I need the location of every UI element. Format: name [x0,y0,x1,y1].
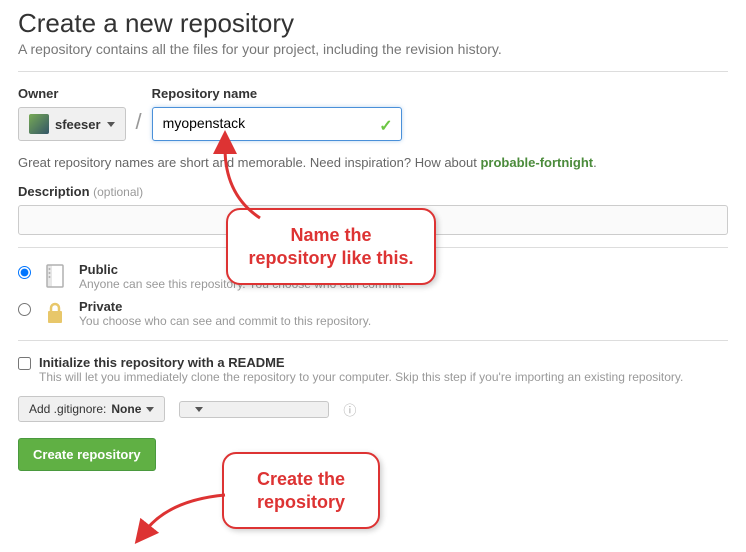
init-sub: This will let you immediately clone the … [39,370,683,384]
dropdowns-row: Add .gitignore: None ⓘ [18,396,728,422]
suggested-name-link[interactable]: probable-fortnight [480,155,593,170]
description-label: Description (optional) [18,184,728,199]
init-title: Initialize this repository with a README [39,355,683,370]
repo-public-icon [41,262,69,290]
arrow-icon [140,490,240,540]
optional-label: (optional) [93,185,143,199]
private-radio[interactable] [18,303,31,316]
page-title: Create a new repository [18,8,728,39]
private-title: Private [79,299,371,314]
divider [18,340,728,341]
repo-name-label: Repository name [152,86,402,101]
page-subtitle: A repository contains all the files for … [18,41,728,57]
license-dropdown[interactable] [179,401,329,418]
owner-name: sfeeser [55,117,101,132]
info-icon: ⓘ [343,400,356,419]
callout-create-repo: Create the repository [222,452,380,529]
avatar [29,114,49,134]
gitignore-dropdown[interactable]: Add .gitignore: None [18,396,165,422]
repo-name-input[interactable] [163,115,371,131]
gitignore-prefix: Add .gitignore: [29,402,106,416]
owner-label: Owner [18,86,126,101]
caret-down-icon [146,407,154,412]
repo-name-field-wrap: ✓ [152,107,402,141]
check-icon: ✓ [379,116,392,136]
public-radio[interactable] [18,266,31,279]
caret-down-icon [107,122,115,127]
owner-repo-row: Owner sfeeser / Repository name ✓ [18,86,728,141]
private-sub: You choose who can see and commit to thi… [79,314,371,328]
owner-dropdown[interactable]: sfeeser [18,107,126,141]
init-readme-checkbox[interactable] [18,357,31,370]
visibility-private-row: Private You choose who can see and commi… [18,299,728,328]
slash-separator: / [136,109,142,141]
gitignore-value: None [111,402,141,416]
arrow-icon [205,140,285,220]
create-repository-button[interactable]: Create repository [18,438,156,471]
lock-icon [41,299,69,327]
divider [18,71,728,72]
repo-name-hint: Great repository names are short and mem… [18,155,728,170]
init-readme-row: Initialize this repository with a README… [18,355,728,384]
caret-down-icon [195,407,203,412]
